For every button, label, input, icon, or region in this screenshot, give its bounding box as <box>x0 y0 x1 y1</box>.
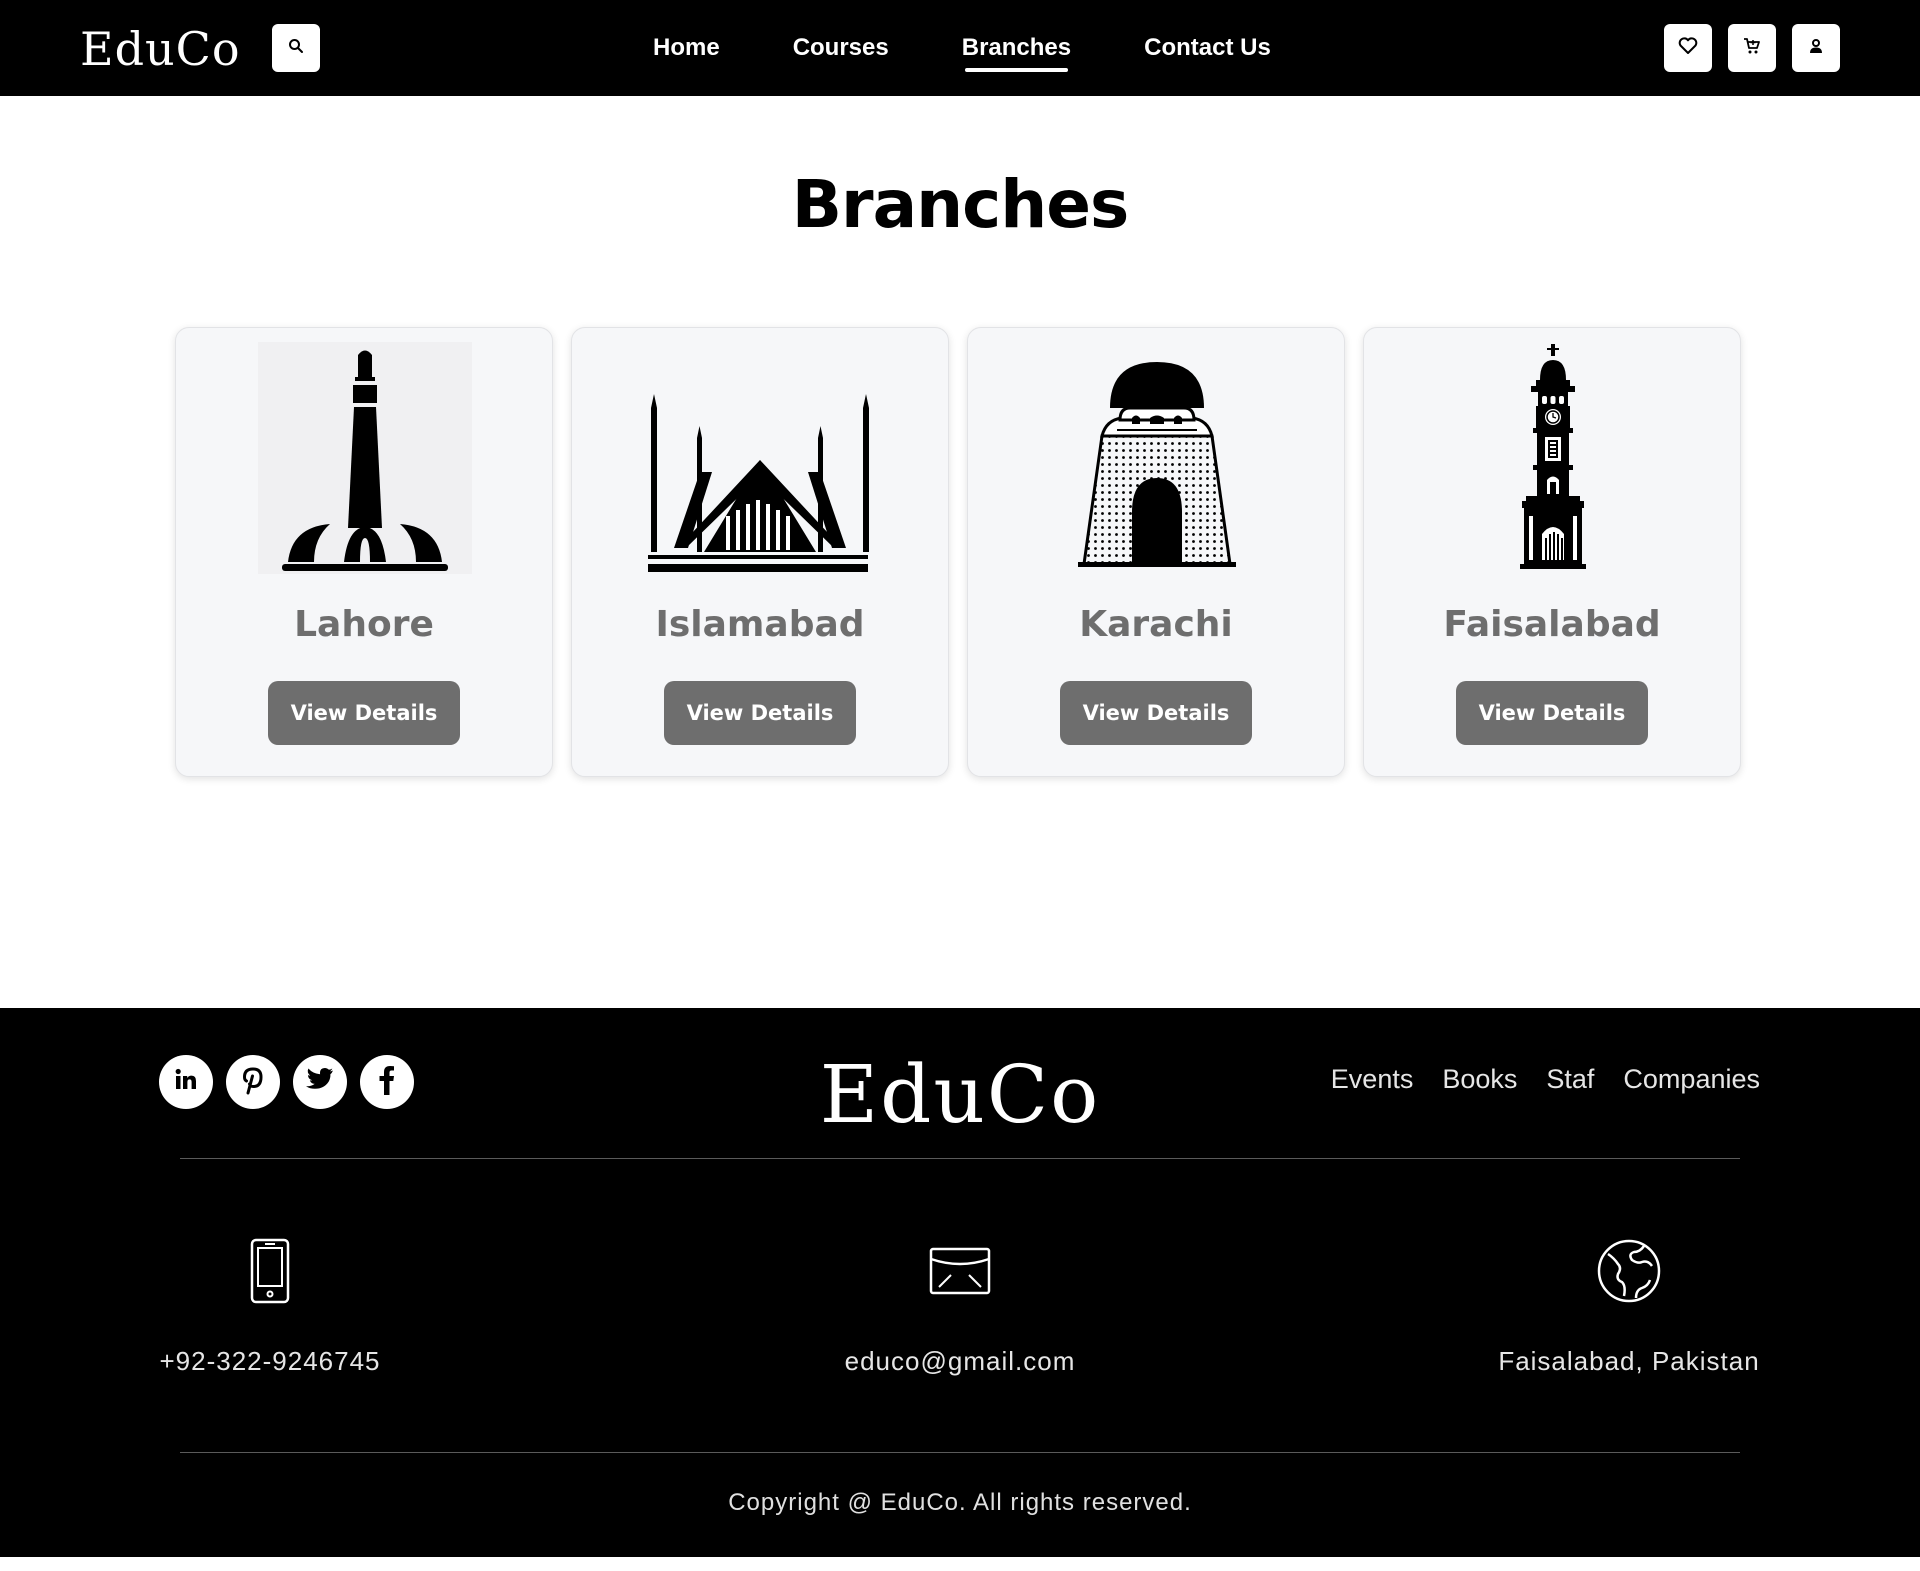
footer-link-companies[interactable]: Companies <box>1623 1064 1760 1095</box>
branch-name: Lahore <box>294 604 434 645</box>
email-address[interactable]: educo@gmail.com <box>710 1346 1210 1377</box>
view-details-button[interactable]: View Details <box>664 681 856 745</box>
minar-e-pakistan-icon <box>258 342 472 574</box>
footer-link-staf[interactable]: Staf <box>1546 1064 1594 1095</box>
heart-icon <box>1678 36 1698 60</box>
globe-icon <box>1379 1236 1879 1306</box>
footer-link-events[interactable]: Events <box>1331 1064 1414 1095</box>
user-icon <box>1808 38 1824 59</box>
branch-name: Karachi <box>1079 604 1233 645</box>
main-nav: Home Courses Branches Contact Us <box>653 0 1344 96</box>
brand-logo[interactable]: EduCo <box>80 22 241 76</box>
nav-branches[interactable]: Branches <box>962 0 1071 96</box>
branch-card-islamabad: Islamabad View Details <box>571 327 949 777</box>
cart-button[interactable] <box>1728 24 1776 72</box>
contact-location: Faisalabad, Pakistan <box>1379 1236 1879 1377</box>
search-icon <box>288 38 304 59</box>
clock-tower-icon <box>1446 342 1660 574</box>
contact-email: educo@gmail.com <box>710 1236 1210 1377</box>
nav-courses[interactable]: Courses <box>793 0 889 96</box>
branch-card-lahore: Lahore View Details <box>175 327 553 777</box>
contact-phone: +92-322-9246745 <box>20 1236 520 1377</box>
phone-number[interactable]: +92-322-9246745 <box>20 1346 520 1377</box>
cart-icon <box>1743 37 1761 60</box>
site-header: EduCo Home Courses Branches Contact Us <box>0 0 1920 96</box>
search-button[interactable] <box>272 24 320 72</box>
view-details-button[interactable]: View Details <box>1456 681 1648 745</box>
site-footer: EduCo Events Books Staf Companies +92-32… <box>0 1008 1920 1557</box>
phone-icon <box>20 1236 520 1306</box>
page-title: Branches <box>791 166 1130 243</box>
branch-name: Islamabad <box>655 604 865 645</box>
footer-divider <box>180 1452 1740 1453</box>
nav-home[interactable]: Home <box>653 0 720 96</box>
mazar-e-quaid-icon <box>1050 342 1264 574</box>
copyright-text: Copyright @ EduCo. All rights reserved. <box>728 1489 1192 1516</box>
footer-link-books[interactable]: Books <box>1442 1064 1517 1095</box>
faisal-mosque-icon <box>642 342 878 574</box>
branch-name: Faisalabad <box>1443 604 1661 645</box>
view-details-button[interactable]: View Details <box>1060 681 1252 745</box>
nav-contact-us[interactable]: Contact Us <box>1144 0 1271 96</box>
envelope-icon <box>710 1236 1210 1306</box>
view-details-button[interactable]: View Details <box>268 681 460 745</box>
location-text: Faisalabad, Pakistan <box>1498 1346 1760 1376</box>
wishlist-button[interactable] <box>1664 24 1712 72</box>
footer-links: Events Books Staf Companies <box>1302 1064 1760 1095</box>
branch-card-faisalabad: Faisalabad View Details <box>1363 327 1741 777</box>
footer-divider <box>180 1158 1740 1159</box>
account-button[interactable] <box>1792 24 1840 72</box>
branch-card-karachi: Karachi View Details <box>967 327 1345 777</box>
